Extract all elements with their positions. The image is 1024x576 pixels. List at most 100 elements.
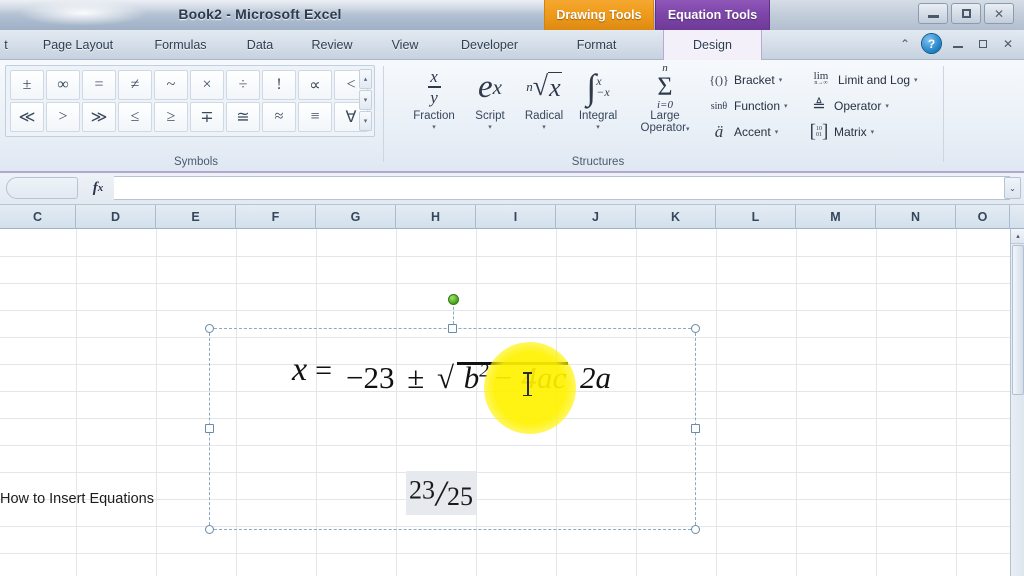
tab-data[interactable]: Data bbox=[228, 30, 292, 60]
rotate-handle[interactable] bbox=[447, 294, 459, 305]
matrix-label: Matrix bbox=[834, 125, 867, 139]
accent-button[interactable]: ä Accent ▾ bbox=[708, 120, 778, 144]
vertical-scrollbar[interactable]: ▴ bbox=[1010, 229, 1024, 576]
column-header-H[interactable]: H bbox=[396, 205, 476, 229]
operator-button[interactable]: ≜ Operator ▾ bbox=[808, 94, 889, 118]
column-header-N[interactable]: N bbox=[876, 205, 956, 229]
column-header-D[interactable]: D bbox=[76, 205, 156, 229]
symbol-greater-than[interactable]: > bbox=[46, 102, 80, 132]
symbol-identical-to[interactable]: ≡ bbox=[298, 102, 332, 132]
resize-handle-top-left[interactable] bbox=[205, 324, 214, 333]
symbols-more-button[interactable]: ▾ bbox=[359, 111, 372, 131]
symbol-plus-minus[interactable]: ± bbox=[10, 70, 44, 100]
symbol-infinity[interactable]: ∞ bbox=[46, 70, 80, 100]
symbol-tilde[interactable]: ~ bbox=[154, 70, 188, 100]
column-header-I[interactable]: I bbox=[476, 205, 556, 229]
resize-handle-middle-right[interactable] bbox=[691, 424, 700, 433]
tab-review[interactable]: Review bbox=[298, 30, 366, 60]
column-header-G[interactable]: G bbox=[316, 205, 396, 229]
column-header-C[interactable]: C bbox=[0, 205, 76, 229]
symbol-factorial[interactable]: ! bbox=[262, 70, 296, 100]
app-minimize-icon[interactable] bbox=[950, 36, 966, 52]
symbol-much-less-than[interactable]: ≪ bbox=[10, 102, 44, 132]
operator-caret-icon[interactable]: ▾ bbox=[885, 102, 889, 110]
quadratic-formula[interactable]: x = −23 ± √ b2− 4ac 2a bbox=[292, 351, 611, 396]
matrix-caret-icon[interactable]: ▾ bbox=[871, 128, 875, 136]
symbol-multiply[interactable]: × bbox=[190, 70, 224, 100]
symbol-proportional-to[interactable]: ∝ bbox=[298, 70, 332, 100]
name-box[interactable] bbox=[6, 177, 78, 199]
resize-handle-bottom-right[interactable] bbox=[691, 525, 700, 534]
restore-icon bbox=[961, 9, 971, 18]
tab-page-layout[interactable]: Page Layout bbox=[26, 30, 130, 60]
fraction-button[interactable]: x y Fraction ▾ bbox=[406, 64, 462, 140]
column-header-L[interactable]: L bbox=[716, 205, 796, 229]
tab-developer[interactable]: Developer bbox=[443, 30, 536, 60]
resize-handle-bottom-left[interactable] bbox=[205, 525, 214, 534]
symbol-minus-plus[interactable]: ∓ bbox=[190, 102, 224, 132]
worksheet-grid[interactable]: How to Insert Equations x = −23 ± √ b2 −… bbox=[0, 229, 1024, 576]
fraction-caret-icon[interactable]: ▾ bbox=[432, 123, 436, 131]
limit-and-log-caret-icon[interactable]: ▾ bbox=[914, 76, 918, 84]
script-label: Script bbox=[475, 110, 505, 122]
tab-design[interactable]: Design bbox=[663, 30, 762, 60]
equation-object[interactable]: x = −23 ± √ b2− 4ac 2a 23/25 bbox=[205, 294, 700, 534]
function-caret-icon[interactable]: ▾ bbox=[784, 102, 788, 110]
symbols-scroll-down-button[interactable]: ▾ bbox=[359, 90, 372, 110]
function-button[interactable]: sinθ Function ▾ bbox=[708, 94, 788, 118]
column-header-K[interactable]: K bbox=[636, 205, 716, 229]
resize-handle-middle-left[interactable] bbox=[205, 424, 214, 433]
script-button[interactable]: ex Script ▾ bbox=[462, 64, 518, 140]
symbols-scroll-up-button[interactable]: ▴ bbox=[359, 69, 372, 89]
script-caret-icon[interactable]: ▾ bbox=[488, 123, 492, 131]
plus-minus-sign: ± bbox=[407, 360, 425, 396]
bracket-button[interactable]: {()} Bracket ▾ bbox=[708, 68, 782, 92]
resize-handle-top-right[interactable] bbox=[691, 324, 700, 333]
symbol-equals[interactable]: = bbox=[82, 70, 116, 100]
resize-handle-top-center[interactable] bbox=[447, 324, 457, 333]
tab-view[interactable]: View bbox=[376, 30, 434, 60]
tab-format[interactable]: Format bbox=[549, 30, 644, 60]
column-header-J[interactable]: J bbox=[556, 205, 636, 229]
skewed-fraction[interactable]: 23/25 bbox=[406, 471, 477, 515]
symbol-greater-or-equal[interactable]: ≥ bbox=[154, 102, 188, 132]
tab-insert-partial[interactable]: t bbox=[0, 30, 20, 60]
formula-input[interactable] bbox=[114, 176, 1010, 200]
column-header-F[interactable]: F bbox=[236, 205, 316, 229]
accent-caret-icon[interactable]: ▾ bbox=[775, 128, 779, 136]
radical-caret-icon[interactable]: ▾ bbox=[542, 123, 546, 131]
expand-formula-bar-icon[interactable]: ⌄ bbox=[1004, 177, 1021, 199]
radical-button[interactable]: n √ x Radical ▾ bbox=[516, 64, 572, 140]
integral-label: Integral bbox=[578, 110, 618, 122]
scroll-up-button[interactable]: ▴ bbox=[1011, 229, 1024, 244]
symbol-congruent[interactable]: ≅ bbox=[226, 102, 260, 132]
large-operator-caret-icon[interactable]: ▾ bbox=[686, 126, 690, 133]
tab-formulas[interactable]: Formulas bbox=[136, 30, 225, 60]
app-restore-icon[interactable] bbox=[975, 36, 991, 52]
symbol-much-greater-than[interactable]: ≫ bbox=[82, 102, 116, 132]
integral-caret-icon[interactable]: ▾ bbox=[596, 123, 600, 131]
matrix-button[interactable]: [10 01] Matrix ▾ bbox=[808, 120, 875, 144]
collapse-ribbon-icon[interactable]: ⌃ bbox=[897, 36, 913, 52]
help-icon[interactable]: ? bbox=[922, 34, 941, 53]
symbols-gallery[interactable]: ± ∞ = ≠ ~ × ÷! ∝ < ≪ > ≫ ≤ ≥ ∓ ≅ ≈ ≡ ∀ ▴ ▾ ▾ bbox=[5, 65, 375, 137]
close-button[interactable]: ✕ bbox=[984, 3, 1014, 24]
scroll-thumb[interactable] bbox=[1012, 245, 1024, 395]
insert-function-icon[interactable]: fx bbox=[84, 178, 112, 198]
column-header-M[interactable]: M bbox=[796, 205, 876, 229]
bracket-caret-icon[interactable]: ▾ bbox=[779, 76, 783, 84]
column-header-E[interactable]: E bbox=[156, 205, 236, 229]
formula-bar: fx ⌄ bbox=[0, 173, 1024, 205]
integral-button[interactable]: ∫ x −x Integral ▾ bbox=[570, 64, 626, 140]
symbol-not-equal[interactable]: ≠ bbox=[118, 70, 152, 100]
large-operator-button[interactable]: n Σ i=0 Large Operator▾ bbox=[626, 63, 704, 140]
restore-button[interactable] bbox=[951, 3, 981, 24]
symbol-divide[interactable]: ÷ bbox=[226, 70, 260, 100]
minimize-button[interactable] bbox=[918, 3, 948, 24]
fraction-icon: x y bbox=[427, 64, 441, 110]
symbol-approximately-equal[interactable]: ≈ bbox=[262, 102, 296, 132]
symbol-less-or-equal[interactable]: ≤ bbox=[118, 102, 152, 132]
limit-and-log-button[interactable]: lim n→∞ Limit and Log ▾ bbox=[808, 68, 918, 92]
app-close-icon[interactable]: ✕ bbox=[1000, 36, 1016, 52]
column-header-O[interactable]: O bbox=[956, 205, 1010, 229]
